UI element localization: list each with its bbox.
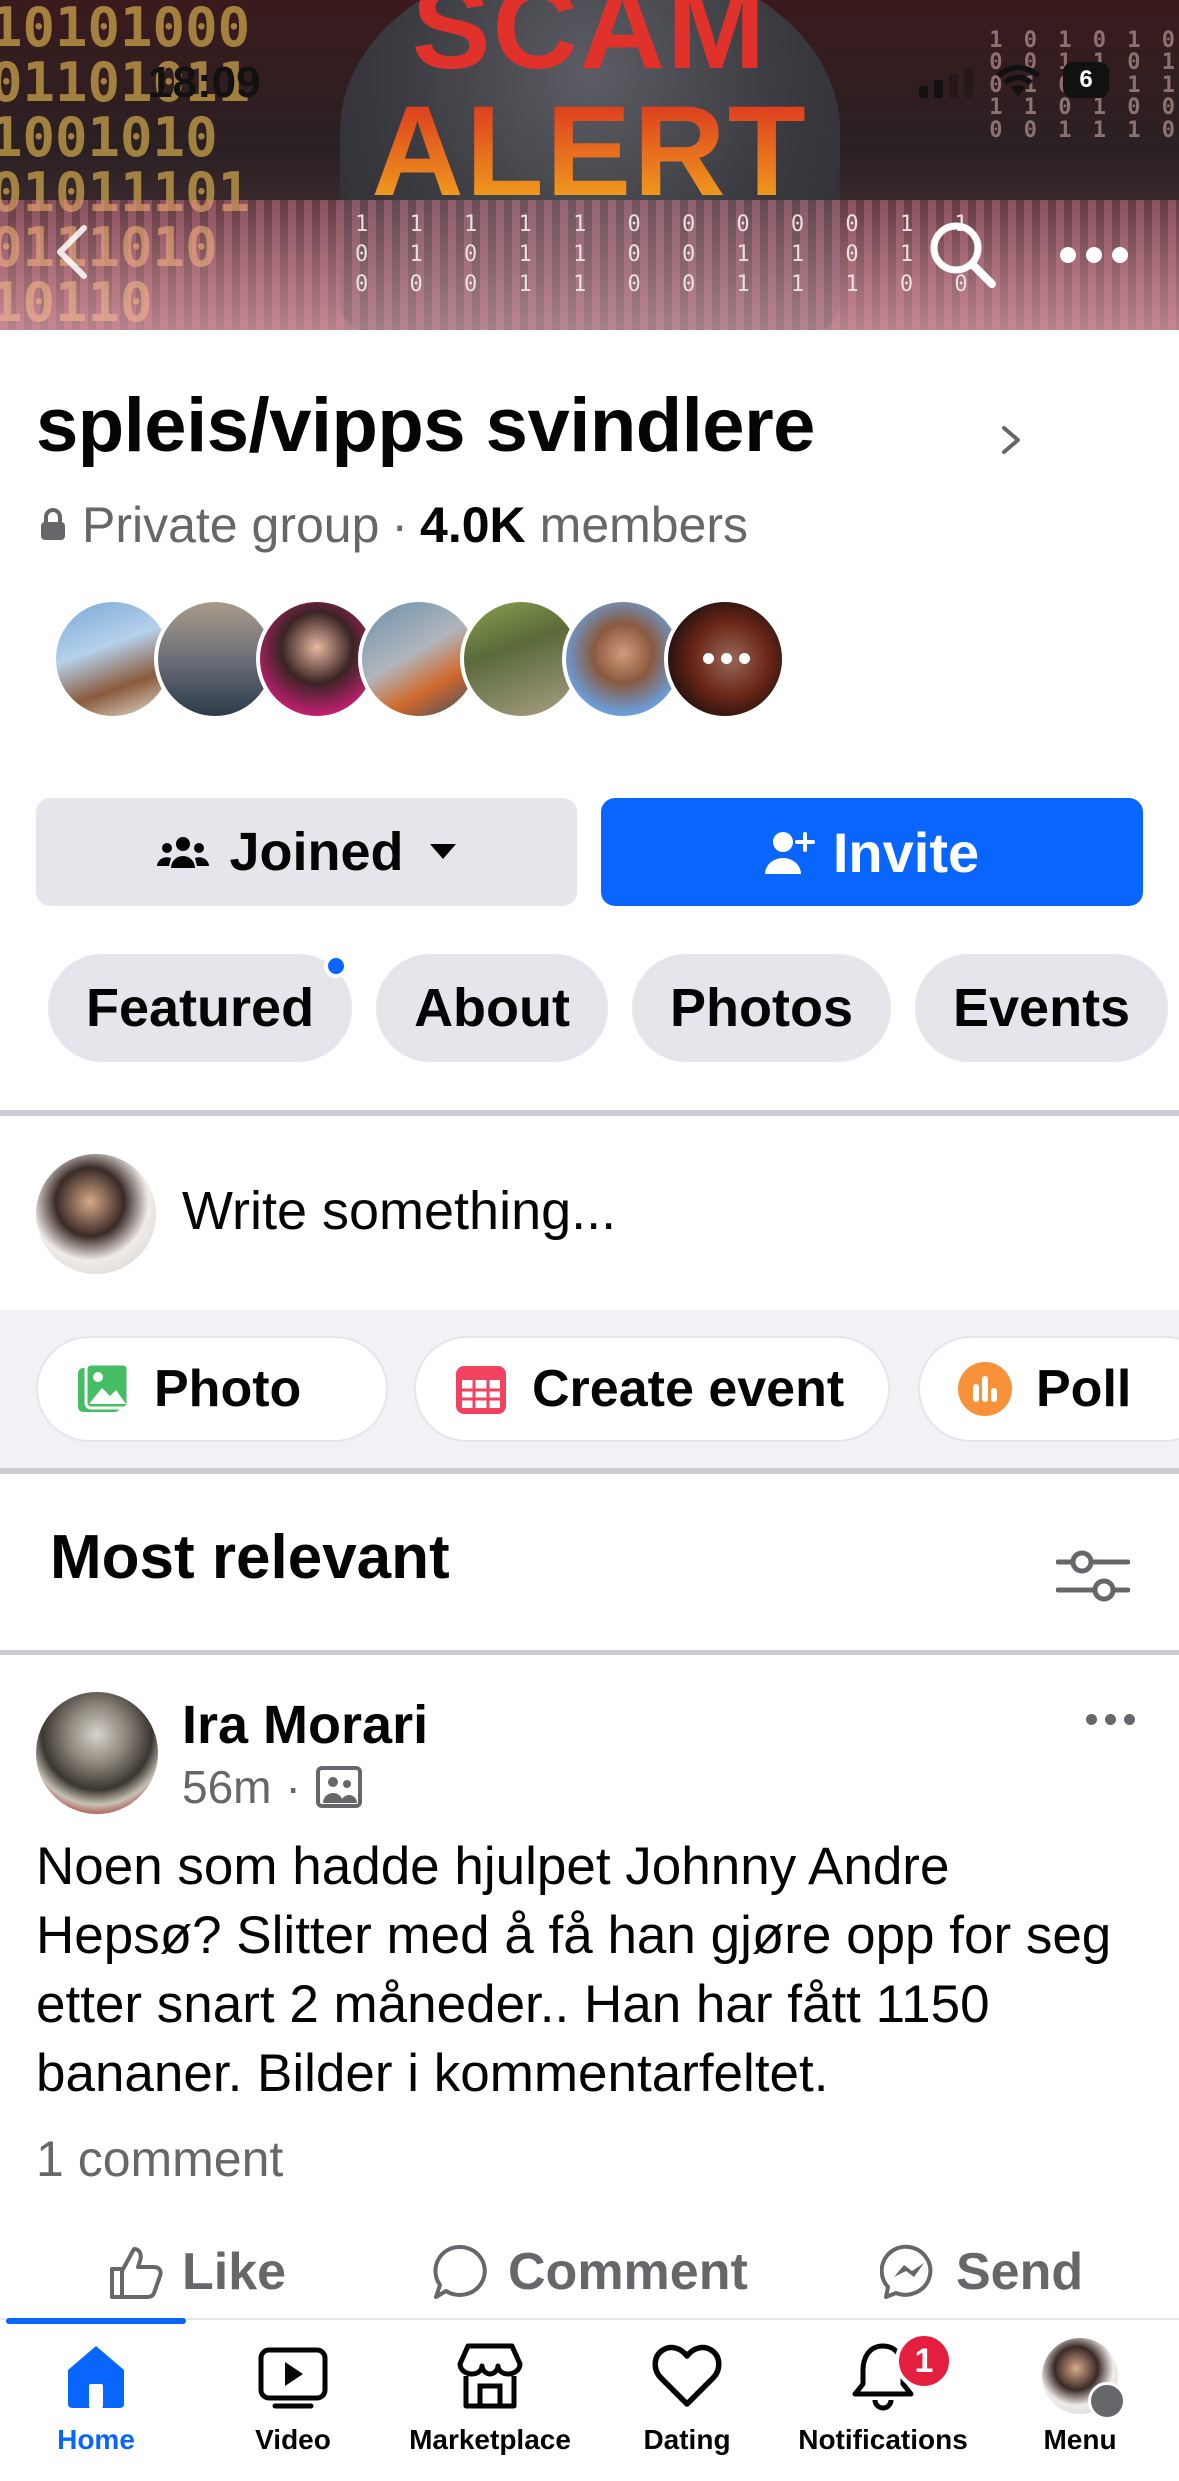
wifi-icon	[996, 64, 1040, 96]
filter-icon[interactable]	[1056, 1546, 1130, 1606]
feed-sort-title: Most relevant	[50, 1523, 450, 1592]
nav-video[interactable]: Video	[193, 2338, 393, 2478]
group-meta: Private group · 4.0K members	[38, 496, 748, 554]
chip-label: Photo	[154, 1360, 302, 1418]
divider	[0, 1650, 1179, 1655]
post-author-avatar[interactable]	[36, 1692, 158, 1814]
tab-label: Featured	[86, 978, 315, 1038]
nav-menu[interactable]: Menu	[980, 2338, 1179, 2478]
nav-dating[interactable]: Dating	[587, 2338, 787, 2478]
nav-label: Home	[57, 2424, 135, 2455]
tab-about[interactable]: About	[376, 954, 608, 1062]
divider	[0, 1110, 1179, 1116]
video-icon	[258, 2347, 328, 2409]
chip-label: Poll	[1036, 1360, 1132, 1418]
tab-photos[interactable]: Photos	[632, 954, 891, 1062]
photo-button[interactable]: Photo	[36, 1336, 388, 1442]
meta-separator: ·	[285, 1761, 301, 1813]
post-actions: Like Comment Send	[0, 2232, 1179, 2312]
invite-label: Invite	[832, 820, 980, 884]
members-label[interactable]: members	[540, 496, 748, 554]
chip-label: Create event	[532, 1360, 845, 1418]
tab-label: About	[414, 978, 570, 1038]
status-time: 18:09	[148, 58, 261, 107]
active-tab-indicator	[6, 2318, 186, 2324]
post-time[interactable]: 56m	[182, 1760, 271, 1814]
group-audience-icon	[315, 1766, 362, 1808]
tab-label: Photos	[670, 978, 853, 1038]
nav-label: Menu	[1043, 2424, 1117, 2455]
post-author-name[interactable]: Ira Morari	[182, 1694, 428, 1756]
more-options-icon[interactable]	[1058, 240, 1130, 270]
nav-label: Marketplace	[409, 2424, 571, 2455]
caret-down-icon	[429, 844, 456, 859]
heart-icon	[652, 2344, 722, 2407]
comment-button[interactable]: Comment	[432, 2232, 748, 2312]
poll-button[interactable]: Poll	[918, 1336, 1179, 1442]
member-count: 4.0K	[420, 497, 526, 553]
group-name[interactable]: spleis/vipps svindlere	[36, 382, 815, 469]
send-label: Send	[956, 2243, 1084, 2301]
status-icons: 6	[919, 62, 1109, 98]
joined-label: Joined	[229, 822, 404, 882]
nav-label: Dating	[643, 2424, 731, 2455]
home-icon	[68, 2346, 124, 2408]
cellular-signal-icon	[919, 68, 973, 98]
send-button[interactable]: Send	[880, 2232, 1083, 2312]
chevron-right-icon[interactable]	[996, 420, 1026, 460]
poll-icon	[958, 1362, 1012, 1416]
member-avatars[interactable]	[52, 598, 786, 722]
members-icon	[157, 837, 210, 868]
comment-icon	[433, 2244, 487, 2299]
add-person-icon	[764, 832, 815, 874]
nav-home[interactable]: Home	[0, 2338, 196, 2478]
like-label: Like	[182, 2243, 287, 2301]
lock-icon	[41, 508, 65, 540]
messenger-icon	[880, 2244, 933, 2299]
post-text: Noen som hadde hjulpet Johnny Andre Heps…	[36, 1837, 1112, 2103]
marketplace-icon	[457, 2343, 523, 2409]
tab-featured[interactable]: Featured	[48, 954, 353, 1062]
photo-icon	[78, 1362, 130, 1412]
group-cover-photo[interactable]: 10101000 01101011 1001010 01011101 01110…	[0, 0, 1179, 330]
nav-notifications[interactable]: 1 Notifications	[783, 2332, 983, 2478]
joined-button[interactable]: Joined	[36, 798, 577, 906]
post-meta: 56m ·	[182, 1760, 363, 1814]
post-options-icon[interactable]	[1086, 1714, 1138, 1734]
tab-label: Events	[953, 978, 1131, 1038]
thumbs-up-icon	[110, 2247, 163, 2299]
cover-binary-center: 1 1 1 1 1 0 0 0 0 0 1 1 0 1 0 1 1 0 0 1 …	[355, 212, 968, 297]
nav-label: Notifications	[798, 2424, 968, 2455]
write-something-input[interactable]: Write something...	[182, 1180, 616, 1242]
user-avatar[interactable]	[36, 1154, 156, 1274]
meta-separator: ·	[391, 497, 409, 553]
like-button[interactable]: Like	[106, 2232, 286, 2312]
search-icon[interactable]	[926, 218, 998, 290]
bottom-navigation: Home Video Marketplace Dating 1 Notifica…	[0, 2318, 1179, 2481]
more-members-icon[interactable]	[696, 638, 756, 678]
group-tabs: Featured About Photos Events	[48, 954, 1169, 1064]
back-icon[interactable]	[48, 222, 98, 282]
group-privacy: Private group	[82, 497, 380, 553]
new-content-dot	[324, 954, 349, 978]
calendar-icon	[456, 1366, 506, 1414]
menu-lines-icon	[1088, 2382, 1126, 2420]
nav-label: Video	[255, 2424, 331, 2455]
notification-badge: 1	[895, 2332, 953, 2390]
create-event-button[interactable]: Create event	[414, 1336, 890, 1442]
comment-count[interactable]: 1 comment	[36, 2130, 283, 2188]
nav-marketplace[interactable]: Marketplace	[390, 2338, 590, 2478]
comment-label: Comment	[508, 2243, 748, 2301]
divider	[0, 1468, 1179, 1474]
battery-icon: 6	[1063, 62, 1109, 98]
profile-avatar	[1042, 2338, 1126, 2420]
tab-events[interactable]: Events	[915, 954, 1169, 1062]
invite-button[interactable]: Invite	[601, 798, 1143, 906]
